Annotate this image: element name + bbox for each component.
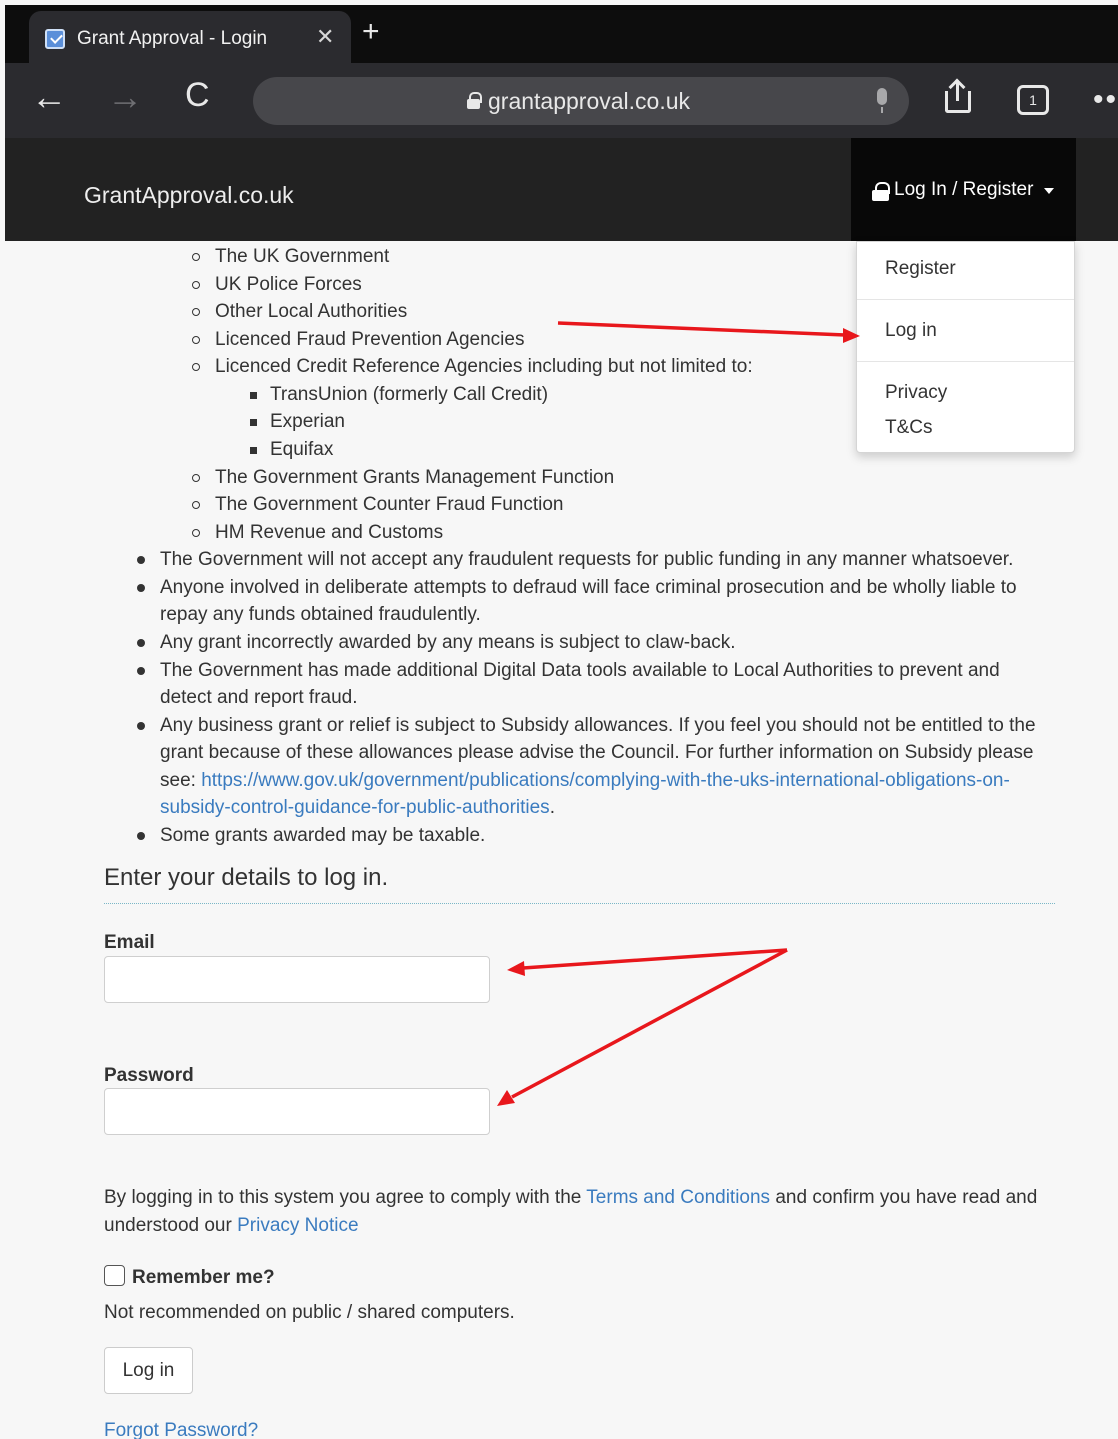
list-item: The Government has made additional Digit… — [160, 660, 1000, 681]
site-brand[interactable]: GrantApproval.co.uk — [84, 182, 294, 209]
annotation-arrow-line — [511, 948, 788, 1099]
list-item: Equifax — [270, 439, 334, 460]
list-bullet — [192, 308, 200, 316]
back-arrow-icon[interactable]: ← — [31, 79, 67, 115]
tab-close-icon[interactable]: ✕ — [316, 24, 334, 50]
list-bullet — [250, 419, 257, 426]
list-item: Other Local Authorities — [215, 301, 408, 322]
menu-item-login[interactable]: Log in — [885, 320, 937, 342]
email-label: Email — [104, 932, 155, 953]
list-item-continued: subsidy-control-guidance-for-public-auth… — [160, 797, 555, 819]
list-item: Licenced Credit Reference Agencies inclu… — [215, 356, 753, 377]
list-item-continued: detect and report fraud. — [160, 687, 358, 708]
login-register-toggle[interactable]: Log In / Register — [851, 138, 1076, 241]
list-bullet — [192, 529, 200, 537]
login-heading: Enter your details to log in. — [104, 864, 389, 891]
tab-count-icon[interactable]: 1 — [1017, 85, 1049, 115]
menu-item-terms[interactable]: T&Cs — [885, 417, 933, 439]
forgot-password-link[interactable]: Forgot Password? — [104, 1420, 258, 1439]
list-item: UK Police Forces — [215, 274, 362, 295]
agreement-text: By logging in to this system you agree t… — [104, 1187, 1037, 1209]
agreement-text-part: By logging in to this system you agree t… — [104, 1187, 587, 1208]
tab-title: Grant Approval - Login — [77, 28, 268, 49]
terms-link[interactable]: Terms and Conditions — [586, 1187, 770, 1208]
list-item-continued: see: https://www.gov.uk/government/publi… — [160, 770, 1010, 792]
menu-item-register[interactable]: Register — [885, 258, 956, 280]
site-favicon-icon — [45, 29, 65, 49]
agreement-text: understood our Privacy Notice — [104, 1215, 359, 1237]
remember-me-checkbox[interactable] — [104, 1265, 125, 1286]
menu-divider — [857, 361, 1074, 362]
menu-divider — [857, 299, 1074, 300]
reload-icon[interactable]: C — [185, 77, 210, 113]
annotation-arrow-line — [557, 321, 846, 337]
annotation-arrowhead — [497, 1090, 515, 1106]
login-button[interactable]: Log in — [104, 1347, 193, 1394]
list-item: Any grant incorrectly awarded by any mea… — [160, 632, 736, 653]
list-item: Licenced Fraud Prevention Agencies — [215, 329, 525, 350]
subsidy-guidance-link-continued[interactable]: subsidy-control-guidance-for-public-auth… — [160, 797, 550, 818]
list-item: Anyone involved in deliberate attempts t… — [160, 577, 1017, 598]
password-label: Password — [104, 1065, 194, 1086]
padlock-icon — [467, 92, 482, 109]
list-item-continued: repay any funds obtained fraudulently. — [160, 604, 481, 625]
list-item: Experian — [270, 411, 345, 432]
browser-tab[interactable]: Grant Approval - Login ✕ — [29, 11, 351, 65]
site-navbar: GrantApproval.co.uk Log In / Register — [5, 138, 1118, 241]
forward-arrow-icon[interactable]: → — [107, 79, 143, 115]
list-item: HM Revenue and Customs — [215, 522, 444, 543]
list-bullet — [192, 363, 200, 371]
list-bullet — [192, 281, 200, 289]
privacy-notice-link[interactable]: Privacy Notice — [237, 1215, 358, 1236]
subsidy-guidance-link[interactable]: https://www.gov.uk/government/publicatio… — [201, 770, 1010, 791]
browser-toolbar: ← → C grantapproval.co.uk 1 •• — [5, 63, 1118, 138]
list-item-continued: grant because of these allowances please… — [160, 742, 1034, 763]
remember-me-note: Not recommended on public / shared compu… — [104, 1302, 515, 1323]
agreement-text-part: understood our — [104, 1215, 238, 1236]
microphone-icon[interactable] — [875, 88, 889, 114]
list-item: The Government Grants Management Functio… — [215, 467, 615, 488]
login-dropdown-menu: Register Log in Privacy T&Cs — [856, 241, 1075, 453]
annotation-arrow-line — [522, 948, 788, 970]
list-bullet — [250, 447, 257, 454]
more-menu-icon[interactable]: •• — [1093, 83, 1118, 117]
list-bullet — [192, 501, 200, 509]
list-bullet — [137, 584, 145, 592]
list-bullet — [192, 474, 200, 482]
annotation-arrowhead — [507, 961, 525, 976]
list-bullet — [137, 639, 145, 647]
caret-down-icon — [1044, 188, 1054, 194]
heading-divider — [104, 903, 1055, 904]
menu-item-privacy[interactable]: Privacy — [885, 382, 947, 404]
list-bullet — [137, 667, 145, 675]
agreement-text-part: and confirm you have read and — [770, 1187, 1038, 1208]
list-item: Any business grant or relief is subject … — [160, 715, 1036, 736]
new-tab-icon[interactable]: + — [362, 15, 380, 49]
lock-icon — [872, 182, 890, 201]
login-register-label[interactable]: Log In / Register — [894, 179, 1033, 201]
list-bullet — [192, 253, 200, 261]
list-bullet — [250, 392, 257, 399]
remember-me-label[interactable]: Remember me? — [132, 1267, 275, 1289]
address-bar[interactable]: grantapproval.co.uk — [253, 77, 909, 125]
share-icon[interactable] — [945, 78, 971, 113]
list-bullet — [137, 832, 145, 840]
password-field[interactable] — [104, 1088, 490, 1135]
list-item: The Government will not accept any fraud… — [160, 549, 1014, 570]
email-field[interactable] — [104, 956, 490, 1003]
list-item: The Government Counter Fraud Function — [215, 494, 564, 515]
list-bullet — [137, 556, 145, 564]
url-text[interactable]: grantapproval.co.uk — [488, 88, 690, 115]
list-bullet — [192, 336, 200, 344]
list-item: TransUnion (formerly Call Credit) — [270, 384, 549, 405]
list-item: The UK Government — [215, 246, 390, 267]
list-bullet — [137, 722, 145, 730]
browser-tab-bar: Grant Approval - Login ✕ + — [5, 5, 1118, 65]
sentence-end: . — [549, 797, 555, 818]
see-prefix: see: — [160, 770, 202, 791]
list-item: Some grants awarded may be taxable. — [160, 825, 486, 846]
